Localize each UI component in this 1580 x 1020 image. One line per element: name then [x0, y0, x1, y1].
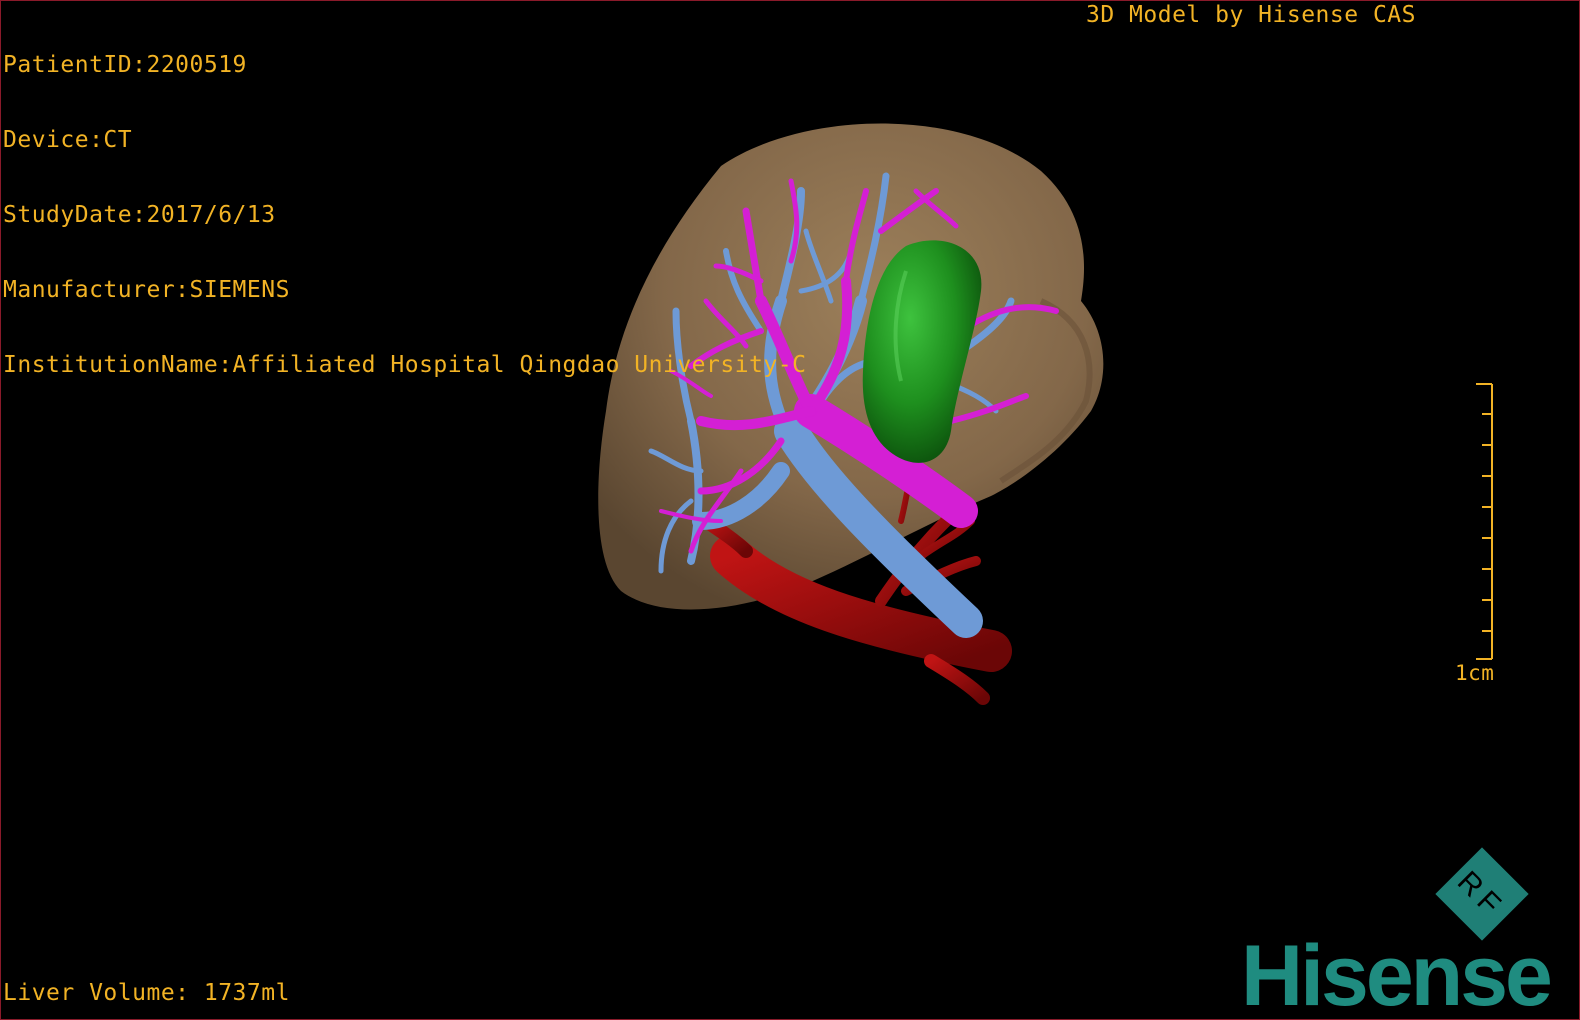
- scale-bar: [1476, 383, 1493, 660]
- manufacturer-text: Manufacturer:SIEMENS: [3, 277, 290, 303]
- institution-name-text: InstitutionName:Affiliated Hospital Qing…: [3, 352, 807, 378]
- hisense-logo: Hisense: [1241, 928, 1553, 1020]
- 3d-render-viewport[interactable]: PatientID:2200519 Device:CT StudyDate:20…: [0, 0, 1580, 1020]
- device-text: Device:CT: [3, 127, 133, 153]
- study-date-text: StudyDate:2017/6/13: [3, 202, 276, 228]
- model-credit-text: 3D Model by Hisense CAS: [1086, 2, 1416, 28]
- patient-id-text: PatientID:2200519: [3, 52, 247, 78]
- scale-label: 1cm: [1455, 661, 1495, 685]
- patient-info-overlay: PatientID:2200519 Device:CT StudyDate:20…: [3, 3, 806, 428]
- liver-volume-text: Liver Volume: 1737ml: [3, 980, 290, 1006]
